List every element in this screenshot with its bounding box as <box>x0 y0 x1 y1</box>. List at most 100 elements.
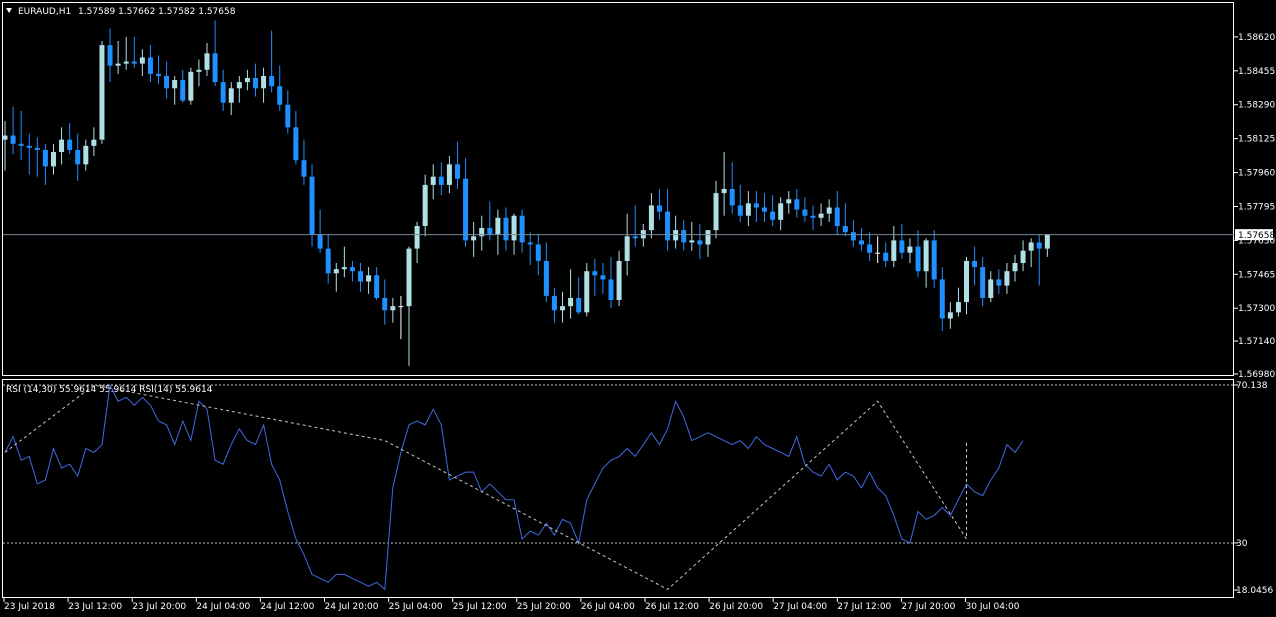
candle-body <box>358 271 364 282</box>
symbol-label: EURAUD,H1 <box>18 7 71 17</box>
candle-body <box>511 215 517 241</box>
candle-body <box>188 71 194 101</box>
candle-body <box>414 226 420 249</box>
candle-body <box>1036 242 1042 249</box>
candle-body <box>390 306 396 311</box>
candle-body <box>616 260 622 300</box>
candle-body <box>762 207 768 212</box>
candle-body <box>50 152 56 167</box>
candle-body <box>398 306 404 308</box>
candle-body <box>236 82 242 89</box>
candle-body <box>471 236 477 241</box>
time-tick-label: 26 Jul 12:00 <box>645 602 699 612</box>
time-tick-label: 23 Jul 2018 <box>4 602 55 612</box>
candle-body <box>261 75 267 89</box>
candle-body <box>770 211 776 220</box>
candle-body <box>333 269 339 274</box>
candle-body <box>438 176 444 185</box>
candle-body <box>277 86 283 105</box>
candle-body <box>729 189 735 206</box>
candle-body <box>422 184 428 226</box>
candle-body <box>131 61 137 64</box>
candle-body <box>269 75 275 87</box>
candle-body <box>802 209 808 216</box>
candle-body <box>907 246 913 253</box>
candle-body <box>753 203 759 208</box>
candle-body <box>584 271 590 313</box>
candle-body <box>1028 242 1034 251</box>
candle-body <box>59 139 65 152</box>
candle-body <box>83 145 89 165</box>
candle-body <box>842 226 848 233</box>
candle-body <box>850 232 856 241</box>
time-tick-label: 24 Jul 12:00 <box>260 602 314 612</box>
candle-body <box>568 297 574 307</box>
candle-body <box>697 240 703 245</box>
candle-body <box>75 149 81 165</box>
rsi-tick-label: 70.138 <box>1236 381 1268 391</box>
candle-body <box>915 246 921 272</box>
candle-body <box>834 207 840 226</box>
candle-body <box>325 248 331 274</box>
time-tick-label: 30 Jul 04:00 <box>966 602 1020 612</box>
candle-body <box>810 215 816 218</box>
candle-body <box>632 236 638 239</box>
candle-body <box>301 160 307 177</box>
time-tick-label: 26 Jul 20:00 <box>709 602 763 612</box>
candle-body <box>196 69 202 72</box>
candle-body <box>624 236 630 261</box>
candle-body <box>608 279 614 300</box>
candle-body <box>689 240 695 243</box>
time-tick-label: 25 Jul 12:00 <box>453 602 507 612</box>
candle-body <box>705 230 711 245</box>
candle-body <box>91 139 97 146</box>
candle-body <box>786 199 792 204</box>
rsi-levels <box>3 384 1234 544</box>
candle-body <box>309 176 315 235</box>
candle-body <box>576 297 582 313</box>
candle-body <box>551 295 557 311</box>
candle-body <box>67 139 73 150</box>
candle-body <box>349 267 355 272</box>
candle-body <box>745 203 751 216</box>
price-tick-label: 1.57300 <box>1238 304 1275 314</box>
candle-body <box>1044 234 1050 249</box>
symbol-menu-arrow-icon[interactable] <box>6 8 12 13</box>
candle-body <box>988 279 994 298</box>
candle-body <box>996 279 1002 286</box>
price-tick-label: 1.58620 <box>1238 33 1275 43</box>
price-tick-label: 1.58125 <box>1238 135 1275 145</box>
candle-body <box>681 230 687 243</box>
candle-body <box>139 57 145 64</box>
time-tick-label: 25 Jul 20:00 <box>517 602 571 612</box>
candle-body <box>875 252 881 254</box>
price-axis: 1.58620 1.58455 1.58290 1.58125 1.57960 1.577… <box>1234 33 1275 380</box>
candle-body <box>164 75 170 89</box>
candle-body <box>107 45 113 66</box>
candle-body <box>980 267 986 298</box>
candle-body <box>147 57 153 74</box>
candle-body <box>252 78 258 89</box>
candle-body <box>737 205 743 216</box>
price-tick-label: 1.58455 <box>1238 67 1275 77</box>
candle-body <box>374 275 380 298</box>
candle-body <box>172 80 178 89</box>
time-tick-label: 27 Jul 04:00 <box>773 602 827 612</box>
candle-body <box>220 82 226 103</box>
candle-body <box>285 104 291 128</box>
time-tick-label: 27 Jul 20:00 <box>901 602 955 612</box>
candle-body <box>648 205 654 231</box>
candle-body <box>99 45 105 140</box>
candle-body <box>18 143 24 146</box>
candle-body <box>778 203 784 220</box>
candle-body <box>519 215 525 243</box>
time-tick-label: 26 Jul 04:00 <box>581 602 635 612</box>
candle-body <box>2 135 8 140</box>
rsi-axis: 70.138 30 18.0456 <box>1234 381 1273 596</box>
candle-body <box>463 178 469 241</box>
price-tick-label: 1.58290 <box>1238 101 1275 111</box>
candle-body <box>535 244 541 261</box>
candle-body <box>406 248 412 307</box>
candle-body <box>883 252 889 261</box>
candle-body <box>947 312 953 319</box>
